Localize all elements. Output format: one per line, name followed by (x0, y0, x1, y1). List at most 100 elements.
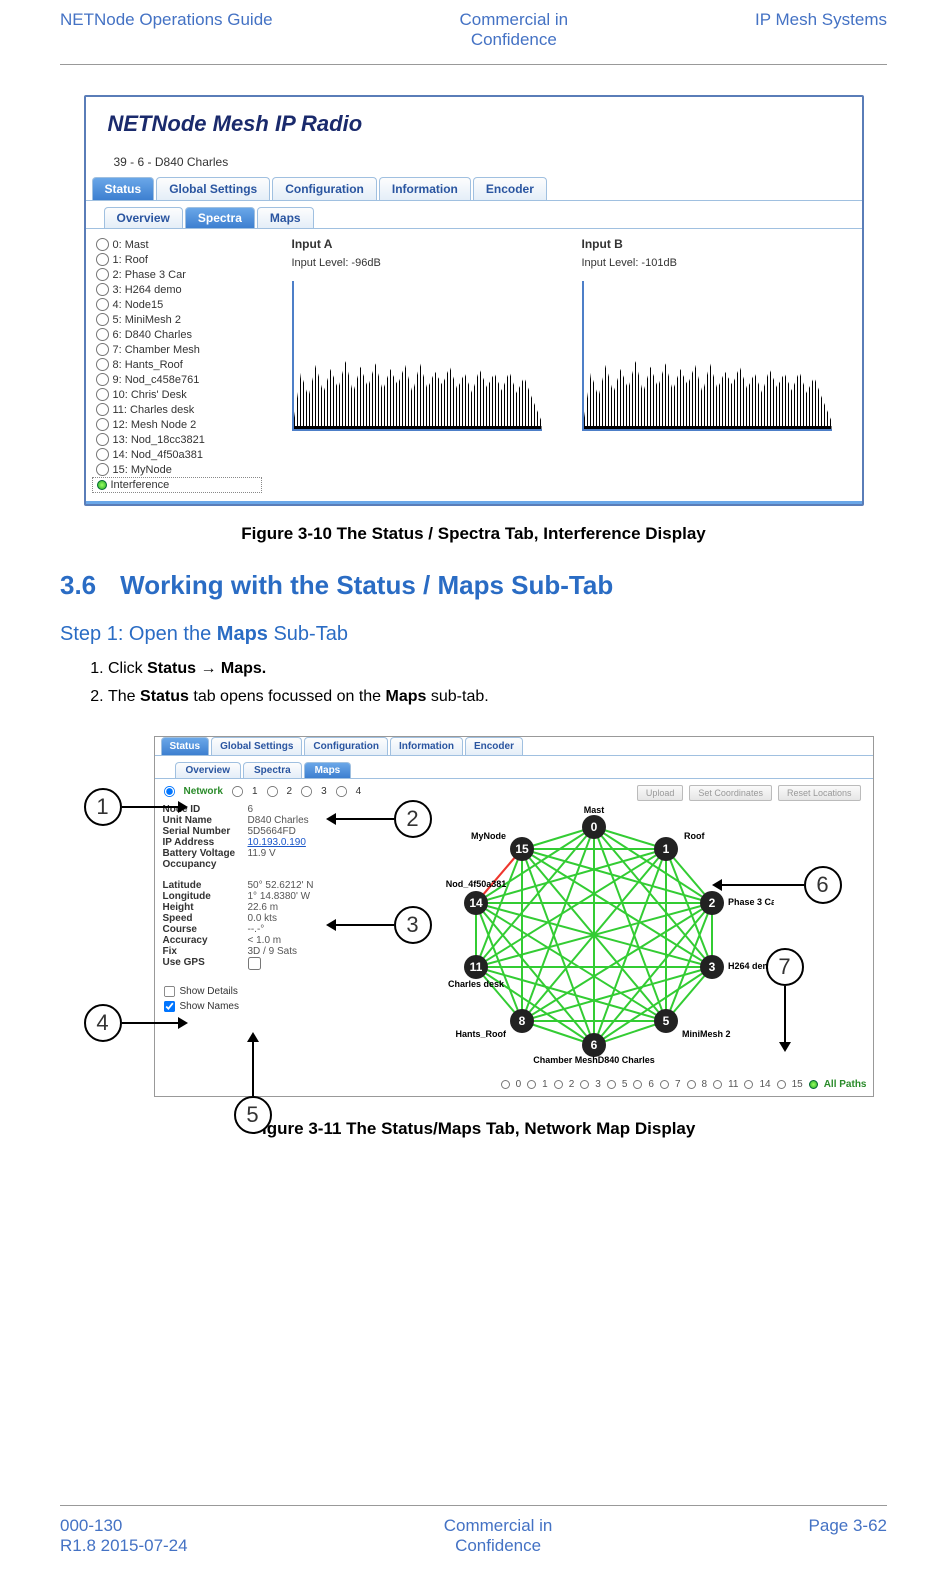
mesh-node[interactable]: 1Roof (654, 831, 705, 861)
arrow-icon (712, 879, 722, 891)
tab-global[interactable]: Global Settings (156, 177, 270, 200)
node-row[interactable]: 14: Nod_4f50a381 (92, 447, 262, 462)
tab-information[interactable]: Information (379, 177, 471, 200)
node-row[interactable]: 8: Hants_Roof (92, 357, 262, 372)
node-radio[interactable] (96, 343, 109, 356)
node-row[interactable]: 2: Phase 3 Car (92, 267, 262, 282)
section-heading: 3.6 Working with the Status / Maps Sub-T… (60, 570, 887, 601)
path-radio[interactable] (744, 1080, 753, 1089)
path-radio[interactable] (554, 1080, 563, 1089)
node-radio[interactable] (96, 373, 109, 386)
mesh-node[interactable]: 2Phase 3 Car (700, 891, 774, 915)
step-list: Click Status → Maps. The Status tab open… (60, 660, 887, 706)
node-radio[interactable] (96, 298, 109, 311)
callout-6: 6 (804, 866, 842, 904)
mesh-node[interactable]: 0Mast (582, 805, 606, 839)
opt-radio[interactable] (301, 786, 312, 797)
tab-status[interactable]: Status (161, 737, 210, 755)
node-row[interactable]: 6: D840 Charles (92, 327, 262, 342)
callout-5: 5 (234, 1096, 272, 1134)
opt-radio[interactable] (266, 786, 277, 797)
set-coordinates-button[interactable]: Set Coordinates (689, 785, 772, 801)
selected-dot-icon (97, 480, 107, 490)
show-names-row[interactable]: Show Names (163, 1000, 323, 1013)
node-radio[interactable] (96, 283, 109, 296)
mesh-node[interactable]: 5MiniMesh 2 (654, 1009, 731, 1039)
path-radio[interactable] (777, 1080, 786, 1089)
kv-row: Fix3D / 9 Sats (163, 946, 323, 957)
show-details-checkbox[interactable] (163, 986, 174, 997)
network-radio[interactable] (163, 786, 174, 797)
mesh-node[interactable]: 15MyNode (470, 831, 533, 861)
node-radio[interactable] (96, 463, 109, 476)
mesh-svg: 0Mast 1Roof 2Phase 3 Car 3H264 demo 5Min… (414, 805, 774, 1065)
node-row[interactable]: 13: Nod_18cc3821 (92, 432, 262, 447)
mesh-node[interactable]: 3H264 demo (700, 955, 774, 979)
show-names-checkbox[interactable] (163, 1001, 174, 1012)
subtab-spectra[interactable]: Spectra (243, 762, 302, 778)
ip-link[interactable]: 10.193.0.190 (248, 837, 306, 848)
node-row[interactable]: 10: Chris' Desk (92, 387, 262, 402)
path-radio[interactable] (713, 1080, 722, 1089)
opt-radio[interactable] (232, 786, 243, 797)
subtab-overview[interactable]: Overview (175, 762, 241, 778)
mesh-node[interactable]: 6Chamber MeshD840 Charles (533, 1033, 655, 1065)
path-radio[interactable] (687, 1080, 696, 1089)
tab-config[interactable]: Configuration (272, 177, 377, 200)
tab-encoder[interactable]: Encoder (473, 177, 547, 200)
node-row[interactable]: 5: MiniMesh 2 (92, 312, 262, 327)
path-radio[interactable] (633, 1080, 642, 1089)
tab-encoder[interactable]: Encoder (465, 737, 523, 755)
node-row[interactable]: 0: Mast (92, 237, 262, 252)
page-header: NETNode Operations Guide Commercial in C… (60, 10, 887, 65)
path-radio[interactable] (501, 1080, 510, 1089)
tab-global[interactable]: Global Settings (211, 737, 302, 755)
node-radio[interactable] (96, 448, 109, 461)
node-radio[interactable] (96, 358, 109, 371)
path-radio[interactable] (607, 1080, 616, 1089)
svg-text:Chamber MeshD840 Charles: Chamber MeshD840 Charles (533, 1055, 655, 1065)
mesh-node[interactable]: 8Hants_Roof (455, 1009, 534, 1039)
svg-text:Phase 3 Car: Phase 3 Car (728, 897, 774, 907)
node-radio[interactable] (96, 313, 109, 326)
node-row[interactable]: 9: Nod_c458e761 (92, 372, 262, 387)
node-row[interactable]: 11: Charles desk (92, 402, 262, 417)
path-radio[interactable] (580, 1080, 589, 1089)
kv-row: Use GPS (163, 957, 323, 973)
path-radio[interactable] (527, 1080, 536, 1089)
node-row[interactable]: 4: Node15 (92, 297, 262, 312)
show-details-row[interactable]: Show Details (163, 985, 323, 998)
node-row[interactable]: 12: Mesh Node 2 (92, 417, 262, 432)
ftr-left: 000-130 R1.8 2015-07-24 (60, 1516, 188, 1556)
node-row[interactable]: 15: MyNode (92, 462, 262, 477)
node-radio[interactable] (96, 433, 109, 446)
node-radio[interactable] (96, 268, 109, 281)
upload-button[interactable]: Upload (637, 785, 684, 801)
path-radio-all[interactable] (809, 1080, 818, 1089)
subtab-spectra[interactable]: Spectra (185, 207, 255, 228)
node-radio[interactable] (96, 328, 109, 341)
node-radio[interactable] (96, 418, 109, 431)
svg-text:Roof: Roof (684, 831, 705, 841)
subtab-overview[interactable]: Overview (104, 207, 183, 228)
path-radio[interactable] (660, 1080, 669, 1089)
kv-row: Longitude1° 14.8380' W (163, 891, 323, 902)
use-gps-checkbox[interactable] (248, 957, 261, 970)
node-row[interactable]: 3: H264 demo (92, 282, 262, 297)
callout-line (784, 986, 786, 1042)
node-row[interactable]: 1: Roof (92, 252, 262, 267)
node-radio[interactable] (96, 238, 109, 251)
node-row[interactable]: 7: Chamber Mesh (92, 342, 262, 357)
tab-status[interactable]: Status (92, 177, 155, 200)
subtab-maps[interactable]: Maps (257, 207, 314, 228)
node-radio[interactable] (96, 253, 109, 266)
subtab-maps[interactable]: Maps (304, 762, 352, 778)
node-radio[interactable] (96, 403, 109, 416)
interference-row[interactable]: Interference (92, 477, 262, 493)
input-b-level: Input Level: -101dB (582, 257, 842, 269)
tab-information[interactable]: Information (390, 737, 463, 755)
svg-text:11: 11 (469, 960, 482, 974)
reset-locations-button[interactable]: Reset Locations (778, 785, 861, 801)
tab-config[interactable]: Configuration (304, 737, 388, 755)
node-radio[interactable] (96, 388, 109, 401)
